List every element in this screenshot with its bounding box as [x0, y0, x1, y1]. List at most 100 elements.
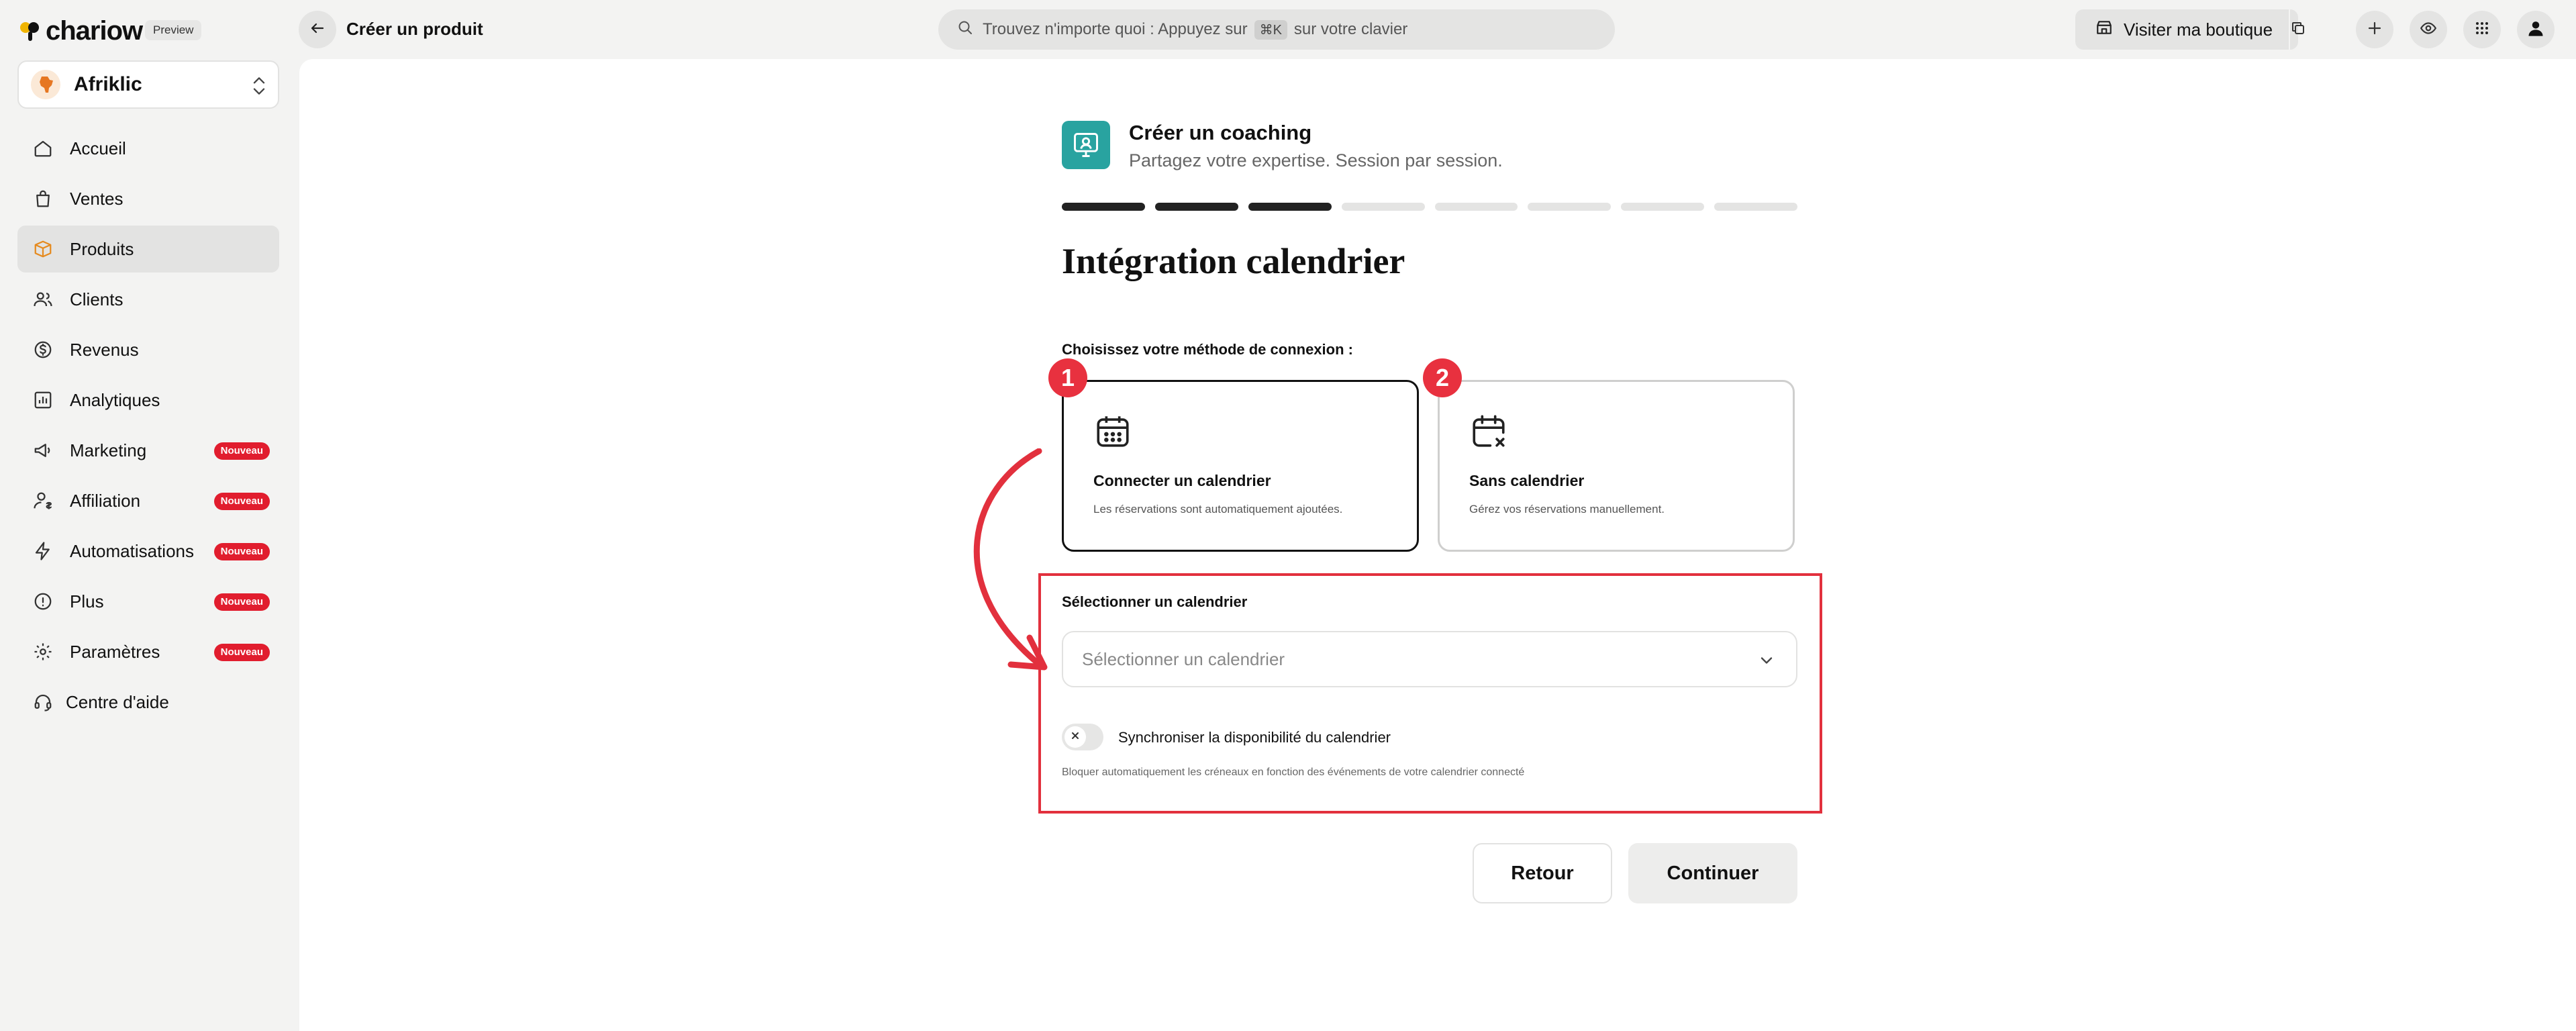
progress-step-complete [1248, 203, 1332, 211]
sidebar-item-label: Accueil [70, 138, 126, 158]
sidebar-item-label: Automatisations [70, 540, 194, 561]
sidebar-item-label: Plus [70, 591, 104, 611]
sidebar-item-label: Paramètres [70, 641, 160, 662]
visit-store-label: Visiter ma boutique [2124, 19, 2273, 40]
option-connect-calendar[interactable]: Connecter un calendrier Les réservations… [1062, 380, 1419, 552]
sidebar-item-label: Clients [70, 289, 123, 309]
sidebar-item-label: Centre d'aide [66, 691, 169, 712]
eye-icon [2420, 19, 2437, 40]
option-no-calendar[interactable]: Sans calendrier Gérez vos réservations m… [1438, 380, 1795, 552]
wizard-title: Créer un coaching [1129, 121, 1312, 144]
sidebar-item-label: Revenus [70, 339, 139, 360]
gear-icon [31, 640, 55, 664]
top-bar: chariow Preview Créer un produit Trouvez… [0, 0, 2576, 59]
box-icon [31, 237, 55, 261]
sidebar-item-marketing[interactable]: Marketing Nouveau [17, 427, 279, 474]
option-description: Gérez vos réservations manuellement. [1469, 503, 1665, 516]
calendar-select-label: Sélectionner un calendrier [1062, 593, 1248, 610]
search-placeholder-prefix: Trouvez n'importe quoi : Appuyez sur [983, 20, 1248, 38]
option-title: Connecter un calendrier [1093, 472, 1271, 489]
chevron-down-icon [1757, 651, 1776, 675]
sidebar-item-centre-aide[interactable]: Centre d'aide [17, 679, 279, 726]
sidebar-item-analytiques[interactable]: Analytiques [17, 377, 279, 424]
users-icon [31, 287, 55, 311]
sync-availability-toggle[interactable] [1062, 724, 1103, 750]
sync-availability-help: Bloquer automatiquement les créneaux en … [1062, 767, 1525, 778]
progress-step-pending [1434, 203, 1518, 211]
calendar-select[interactable]: Sélectionner un calendrier [1062, 631, 1797, 687]
sidebar-item-automatisations[interactable]: Automatisations Nouveau [17, 528, 279, 575]
plus-icon [2367, 20, 2383, 40]
progress-steps [1062, 203, 1797, 211]
search-icon [957, 19, 983, 40]
megaphone-icon [31, 438, 55, 462]
calendar-x-icon [1469, 411, 1508, 454]
logo-icon [19, 19, 42, 42]
sidebar-item-plus[interactable]: Plus Nouveau [17, 578, 279, 625]
continue-button[interactable]: Continuer [1628, 843, 1797, 903]
coaching-icon [1062, 121, 1110, 169]
option-title: Sans calendrier [1469, 472, 1585, 489]
new-badge: Nouveau [213, 644, 270, 661]
sidebar-item-affiliation[interactable]: Affiliation Nouveau [17, 477, 279, 524]
annotation-marker-1: 1 [1048, 358, 1087, 397]
close-icon [1070, 730, 1081, 744]
sidebar-item-label: Marketing [70, 440, 147, 460]
sidebar-item-clients[interactable]: Clients [17, 276, 279, 323]
apps-grid-icon [2474, 20, 2490, 40]
headset-icon [31, 690, 55, 714]
calendar-select-placeholder: Sélectionner un calendrier [1082, 648, 1285, 669]
search-placeholder-suffix: sur votre clavier [1293, 20, 1408, 38]
chevron-up-down-icon [250, 74, 268, 101]
user-avatar-icon [2526, 19, 2545, 41]
section-title: Intégration calendrier [1062, 241, 1405, 281]
shop-switcher[interactable]: Afriklic [17, 60, 279, 109]
sidebar-item-label: Analytiques [70, 389, 160, 410]
chart-icon [31, 388, 55, 412]
sync-availability-label: Synchroniser la disponibilité du calendr… [1118, 729, 1391, 746]
shopping-bag-icon [31, 187, 55, 211]
dollar-circle-icon [31, 338, 55, 362]
sidebar-item-revenus[interactable]: Revenus [17, 326, 279, 373]
option-description: Les réservations sont automatiquement aj… [1093, 503, 1343, 516]
user-menu-button[interactable] [2517, 11, 2555, 48]
sidebar-item-produits[interactable]: Produits [17, 226, 279, 273]
affiliate-user-icon [31, 489, 55, 513]
home-icon [31, 136, 55, 160]
info-icon [31, 589, 55, 613]
add-button[interactable] [2356, 11, 2393, 48]
sidebar-item-label: Ventes [70, 188, 123, 209]
brand-name: chariow [46, 15, 143, 46]
progress-step-pending [1621, 203, 1705, 211]
back-step-button[interactable]: Retour [1473, 843, 1612, 903]
back-button[interactable] [299, 11, 336, 48]
copy-store-link-button[interactable] [2289, 9, 2306, 50]
search-shortcut-key: ⌘K [1254, 19, 1287, 40]
new-badge: Nouveau [213, 493, 270, 510]
shop-avatar [31, 70, 60, 99]
progress-step-complete [1154, 203, 1238, 211]
progress-step-pending [1528, 203, 1612, 211]
calendar-icon [1093, 411, 1132, 454]
sidebar-item-accueil[interactable]: Accueil [17, 125, 279, 172]
search-input[interactable]: Trouvez n'importe quoi : Appuyez sur ⌘K … [938, 9, 1615, 50]
visit-store-button[interactable]: Visiter ma boutique [2075, 9, 2289, 50]
sidebar-item-label: Produits [70, 238, 134, 259]
chariow-logo[interactable]: chariow [19, 15, 143, 46]
copy-icon [2290, 20, 2306, 40]
progress-step-complete [1062, 203, 1145, 211]
apps-button[interactable] [2463, 11, 2501, 48]
main-panel: Créer un coaching Partagez votre experti… [299, 59, 2576, 1031]
shop-name: Afriklic [74, 73, 142, 95]
sidebar-item-parametres[interactable]: Paramètres Nouveau [17, 628, 279, 675]
storefront-icon [2095, 19, 2124, 41]
progress-step-pending [1341, 203, 1425, 211]
preview-toggle-button[interactable] [2410, 11, 2447, 48]
lightning-icon [31, 539, 55, 563]
annotation-marker-2: 2 [1423, 358, 1462, 397]
connection-method-label: Choisissez votre méthode de connexion : [1062, 341, 1353, 358]
progress-step-pending [1714, 203, 1797, 211]
new-badge: Nouveau [213, 442, 270, 460]
preview-badge: Preview [145, 20, 202, 40]
sidebar-item-ventes[interactable]: Ventes [17, 175, 279, 222]
